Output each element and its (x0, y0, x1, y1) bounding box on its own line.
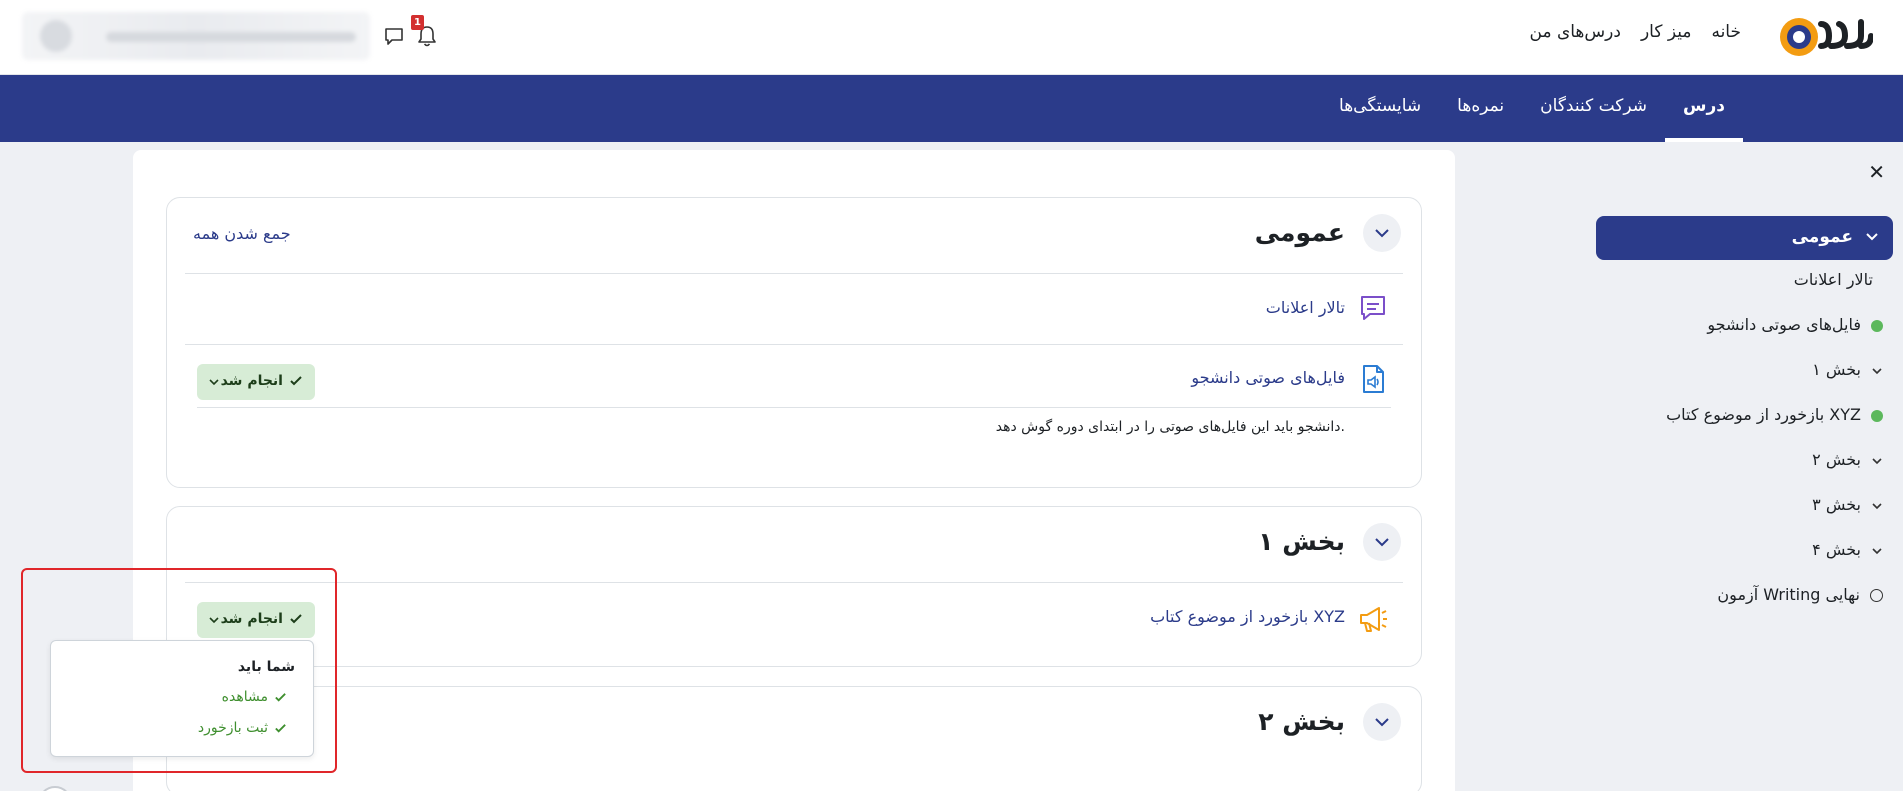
drawer-item-audio-files[interactable]: فایل‌های صوتی دانشجو (1707, 315, 1883, 334)
drawer-item-section-1[interactable]: بخش ۱ (1812, 360, 1883, 379)
completion-popover: شما باید مشاهده ثبت بازخورد (50, 640, 314, 757)
drawer-item-label: عمومی (1791, 227, 1853, 247)
divider (197, 407, 1391, 408)
section-toggle-button[interactable] (1363, 703, 1401, 741)
primary-nav: خانه میز کار درس‌های من (1530, 22, 1742, 42)
drawer-item-label: بخش ۱ (1812, 360, 1861, 379)
drawer-item-label: بخش ۴ (1812, 540, 1861, 559)
top-bar: خانه میز کار درس‌های من 1 (0, 0, 1903, 75)
chevron-down-icon (1375, 229, 1389, 238)
tab-participants[interactable]: شرکت کنندگان (1522, 75, 1665, 142)
completed-dot-icon (1871, 319, 1883, 332)
user-menu-blurred[interactable] (22, 12, 370, 60)
drawer-item-label: بازخورد از موضوع کتاب XYZ (1666, 405, 1861, 424)
requirement-view: مشاهده (222, 689, 287, 705)
chevron-down-icon (1872, 502, 1882, 509)
requirement-submit-feedback: ثبت بازخورد (198, 720, 287, 736)
section-2: بخش ۲ (166, 686, 1422, 791)
chevron-down-icon (1872, 367, 1882, 374)
user-name-blurred (106, 32, 356, 42)
drawer-item-section-4[interactable]: بخش ۴ (1812, 540, 1883, 559)
divider (185, 273, 1403, 274)
nav-my-courses[interactable]: درس‌های من (1530, 22, 1621, 42)
check-icon (275, 692, 286, 702)
activity-feedback-link[interactable]: بازخورد از موضوع کتاب XYZ (1150, 607, 1345, 626)
notification-badge: 1 (411, 15, 424, 30)
message-icon[interactable] (383, 25, 405, 47)
site-logo[interactable] (1777, 10, 1873, 64)
section-title: بخش ۲ (1258, 707, 1345, 736)
tab-course[interactable]: درس (1665, 75, 1743, 142)
section-general: عمومی جمع شدن همه تالار اعلانات فایل‌های… (166, 197, 1422, 488)
chevron-down-icon (1866, 233, 1878, 241)
drawer-item-label: بخش ۲ (1812, 450, 1861, 469)
tab-grades[interactable]: نمره‌ها (1439, 75, 1522, 142)
audio-file-icon (1363, 365, 1384, 393)
collapse-all-link[interactable]: جمع شدن همه (193, 224, 291, 243)
chevron-down-icon (1872, 457, 1882, 464)
course-navbar: درس شرکت کنندگان نمره‌ها شایستگی‌ها (0, 75, 1903, 142)
completion-label: انجام شد (220, 373, 283, 389)
section-title: بخش ۱ (1258, 527, 1345, 556)
drawer-item-feedback[interactable]: بازخورد از موضوع کتاب XYZ (1666, 405, 1883, 424)
incomplete-circle-icon (1870, 589, 1883, 602)
completion-done-button[interactable]: انجام شد (197, 364, 315, 400)
section-1: بخش ۱ بازخورد از موضوع کتاب XYZ انجام شد (166, 506, 1422, 667)
divider (185, 582, 1403, 583)
chevron-down-icon (209, 617, 219, 624)
nav-dashboard[interactable]: میز کار (1641, 22, 1692, 42)
drawer-item-general[interactable]: عمومی (1596, 216, 1893, 260)
nav-home[interactable]: خانه (1711, 22, 1741, 42)
activity-description: دانشجو باید این فایل‌های صوتی را در ابتد… (995, 419, 1345, 435)
scroll-to-top-button[interactable] (38, 786, 72, 791)
forum-icon (1361, 296, 1385, 320)
drawer-item-final-exam[interactable]: آزمون Writing نهایی (1717, 585, 1883, 604)
drawer-item-section-3[interactable]: بخش ۳ (1812, 495, 1883, 514)
tab-competencies[interactable]: شایستگی‌ها (1321, 75, 1439, 142)
requirement-label: ثبت بازخورد (197, 720, 268, 736)
drawer-item-forum[interactable]: تالار اعلانات (1794, 270, 1873, 289)
check-icon (290, 614, 302, 624)
drawer-item-label: تالار اعلانات (1793, 270, 1873, 289)
check-icon (275, 723, 286, 733)
course-index-drawer: ✕ عمومی تالار اعلانات فایل‌های صوتی دانش… (1588, 142, 1903, 791)
chevron-down-icon (209, 379, 219, 386)
megaphone-icon (1360, 607, 1387, 632)
avatar (40, 20, 72, 52)
chevron-down-icon (1375, 538, 1389, 547)
chevron-down-icon (1872, 547, 1882, 554)
requirement-label: مشاهده (221, 689, 268, 705)
close-drawer-button[interactable]: ✕ (1868, 160, 1885, 184)
popover-title: شما باید (237, 659, 295, 675)
activity-audio-files-link[interactable]: فایل‌های صوتی دانشجو (1191, 368, 1345, 387)
divider (185, 344, 1403, 345)
check-icon (290, 376, 302, 386)
chevron-down-icon (1375, 718, 1389, 727)
section-toggle-button[interactable] (1363, 523, 1401, 561)
drawer-item-label: بخش ۳ (1812, 495, 1861, 514)
drawer-item-section-2[interactable]: بخش ۲ (1812, 450, 1883, 469)
completion-label: انجام شد (220, 611, 283, 627)
drawer-item-label: آزمون Writing نهایی (1717, 585, 1860, 604)
course-tabs: درس شرکت کنندگان نمره‌ها شایستگی‌ها (1321, 75, 1743, 142)
section-title: عمومی (1254, 218, 1345, 247)
completed-dot-icon (1871, 409, 1883, 422)
section-toggle-button[interactable] (1363, 214, 1401, 252)
completion-done-button[interactable]: انجام شد (197, 602, 315, 638)
course-content: عمومی جمع شدن همه تالار اعلانات فایل‌های… (133, 150, 1455, 791)
drawer-item-label: فایل‌های صوتی دانشجو (1707, 315, 1861, 334)
activity-forum-link[interactable]: تالار اعلانات (1266, 298, 1345, 317)
